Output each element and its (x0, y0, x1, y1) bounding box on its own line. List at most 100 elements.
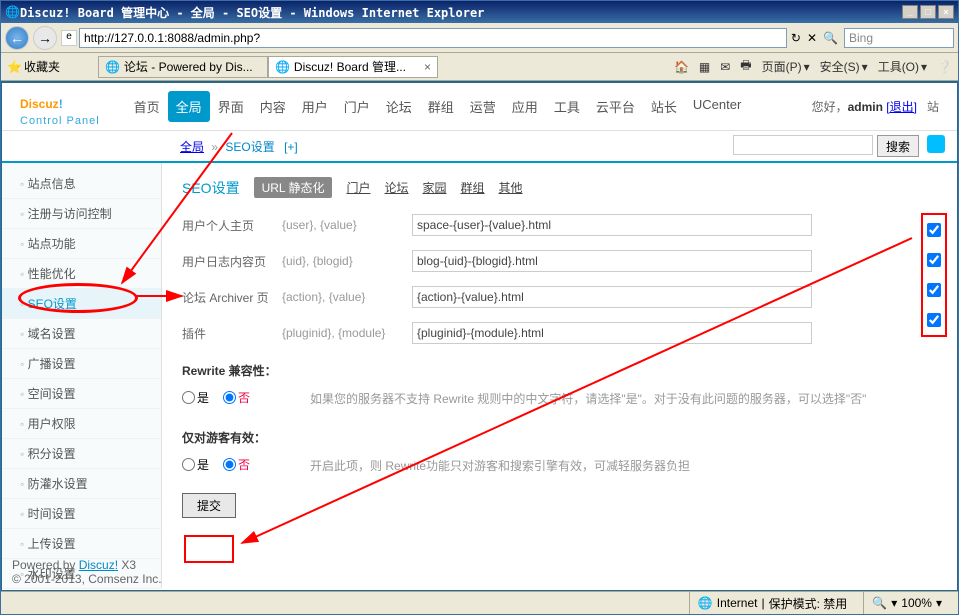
discuz-link[interactable]: Discuz! (79, 558, 118, 572)
panel-title: SEO设置 (182, 178, 240, 198)
help-icon[interactable]: ❔ (937, 60, 952, 74)
tools-menu[interactable]: 工具(O) ▾ (878, 58, 927, 75)
forward-button[interactable]: → (33, 26, 57, 50)
row-vars-3: {pluginid}, {module} (282, 326, 412, 340)
admin-search-button[interactable]: 搜索 (877, 135, 919, 157)
topnav-1[interactable]: 全局 (168, 91, 210, 122)
browser-search-input[interactable] (844, 28, 954, 48)
ie-icon: 🌐 (105, 60, 120, 74)
admin-search-input[interactable] (733, 135, 873, 155)
guest-yes[interactable]: 是 (182, 456, 209, 473)
row-input-1[interactable] (412, 250, 812, 272)
minimize-button[interactable]: _ (902, 5, 918, 19)
stop-icon[interactable]: ✕ (807, 31, 817, 45)
breadcrumb: 全局 » SEO设置 [+] (180, 138, 298, 155)
enable-row-1[interactable] (927, 253, 941, 267)
compat-yes[interactable]: 是 (182, 389, 209, 406)
window-titlebar: 🌐 Discuz! Board 管理中心 - 全局 - SEO设置 - Wind… (1, 1, 958, 23)
page-menu[interactable]: 页面(P) ▾ (762, 58, 810, 75)
logout-link[interactable]: [退出] (886, 100, 917, 114)
panel-active-tag: URL 静态化 (254, 177, 333, 198)
topnav-7[interactable]: 群组 (420, 91, 462, 122)
sidebar-item-8[interactable]: 用户权限 (2, 409, 161, 439)
topnav-11[interactable]: 云平台 (588, 91, 643, 122)
navigation-bar: ← → e ↻ ✕ 🔍 (1, 23, 958, 53)
panel-tab-2[interactable]: 家园 (423, 181, 447, 195)
panel-tab-4[interactable]: 其他 (499, 181, 523, 195)
breadcrumb-plus[interactable]: [+] (284, 140, 298, 154)
page-icon: e (61, 30, 77, 46)
row-vars-0: {user}, {value} (282, 218, 412, 232)
sidebar-item-5[interactable]: 域名设置 (2, 319, 161, 349)
topnav-3[interactable]: 内容 (252, 91, 294, 122)
sidebar-item-1[interactable]: 注册与访问控制 (2, 199, 161, 229)
feeds-icon[interactable]: ▦ (699, 60, 710, 74)
guest-title: 仅对游客有效： (182, 429, 937, 446)
sub-bar: 全局 » SEO设置 [+] 搜索 (2, 131, 957, 163)
sidebar-item-2[interactable]: 站点功能 (2, 229, 161, 259)
status-zoom[interactable]: 🔍▾ 100% ▾ (863, 592, 950, 614)
toolbar: ⭐ 收藏夹 🌐 论坛 - Powered by Dis... 🌐 Discuz!… (1, 53, 958, 81)
back-button[interactable]: ← (5, 26, 29, 50)
guest-no[interactable]: 否 (223, 456, 250, 473)
page-header: Discuz! Control Panel 首页全局界面内容用户门户论坛群组运营… (2, 83, 957, 131)
close-tab-icon[interactable]: × (424, 60, 431, 74)
panel-tab-3[interactable]: 群组 (461, 181, 485, 195)
topnav-6[interactable]: 论坛 (378, 91, 420, 122)
browser-tab-0[interactable]: 🌐 论坛 - Powered by Dis... (98, 56, 268, 78)
row-input-3[interactable] (412, 322, 812, 344)
browser-tab-1[interactable]: 🌐 Discuz! Board 管理... × (268, 56, 438, 78)
enable-row-2[interactable] (927, 283, 941, 297)
topnav-4[interactable]: 用户 (294, 91, 336, 122)
sidebar-item-9[interactable]: 积分设置 (2, 439, 161, 469)
window-title: Discuz! Board 管理中心 - 全局 - SEO设置 - Window… (20, 4, 902, 21)
setting-row-3: 插件{pluginid}, {module} (182, 322, 937, 344)
safety-menu[interactable]: 安全(S) ▾ (820, 58, 868, 75)
topnav-5[interactable]: 门户 (336, 91, 378, 122)
enable-row-3[interactable] (927, 313, 941, 327)
home-icon[interactable]: 🏠 (674, 60, 689, 74)
search-icon: 🔍 (823, 31, 838, 45)
row-label-1: 用户日志内容页 (182, 253, 282, 270)
breadcrumb-root[interactable]: 全局 (180, 140, 204, 154)
panel-tab-1[interactable]: 论坛 (385, 181, 409, 195)
refresh-icon[interactable]: ↻ (791, 31, 801, 45)
topnav-2[interactable]: 界面 (210, 91, 252, 122)
sidebar-item-10[interactable]: 防灌水设置 (2, 469, 161, 499)
sidebar-item-11[interactable]: 时间设置 (2, 499, 161, 529)
blue-action-icon[interactable] (927, 135, 945, 153)
row-label-2: 论坛 Archiver 页 (182, 289, 282, 306)
maximize-button[interactable]: □ (920, 5, 936, 19)
topnav-12[interactable]: 站长 (643, 91, 685, 122)
sidebar-item-6[interactable]: 广播设置 (2, 349, 161, 379)
logo: Discuz! (20, 87, 100, 115)
compat-no[interactable]: 否 (223, 389, 250, 406)
topnav-8[interactable]: 运营 (462, 91, 504, 122)
topnav-9[interactable]: 应用 (504, 91, 546, 122)
sidebar-item-3[interactable]: 性能优化 (2, 259, 161, 289)
row-label-0: 用户个人主页 (182, 217, 282, 234)
row-vars-2: {action}, {value} (282, 290, 412, 304)
enable-row-0[interactable] (927, 223, 941, 237)
close-button[interactable]: × (938, 5, 954, 19)
sidebar-item-0[interactable]: 站点信息 (2, 169, 161, 199)
sidebar-item-12[interactable]: 上传设置 (2, 529, 161, 559)
topnav-0[interactable]: 首页 (126, 91, 168, 122)
favorites-button[interactable]: ⭐ 收藏夹 (7, 58, 60, 75)
topnav-10[interactable]: 工具 (546, 91, 588, 122)
status-zone: 🌐 Internet | 保护模式: 禁用 (689, 592, 855, 614)
print-icon[interactable]: 🖶 (740, 56, 751, 77)
topnav-13[interactable]: UCenter (685, 91, 749, 122)
row-input-0[interactable] (412, 214, 812, 236)
row-vars-1: {uid}, {blogid} (282, 254, 412, 268)
globe-icon: 🌐 (698, 596, 713, 610)
row-input-2[interactable] (412, 286, 812, 308)
submit-button[interactable]: 提交 (182, 493, 236, 518)
sidebar-item-7[interactable]: 空间设置 (2, 379, 161, 409)
mail-icon[interactable]: ✉ (720, 60, 730, 74)
setting-row-1: 用户日志内容页{uid}, {blogid} (182, 250, 937, 272)
panel-tabs: SEO设置 URL 静态化 门户 论坛家园群组其他 (182, 177, 937, 198)
address-input[interactable] (79, 28, 787, 48)
sidebar-item-4[interactable]: SEO设置 (2, 289, 161, 319)
panel-tab-0[interactable]: 门户 (346, 181, 370, 195)
